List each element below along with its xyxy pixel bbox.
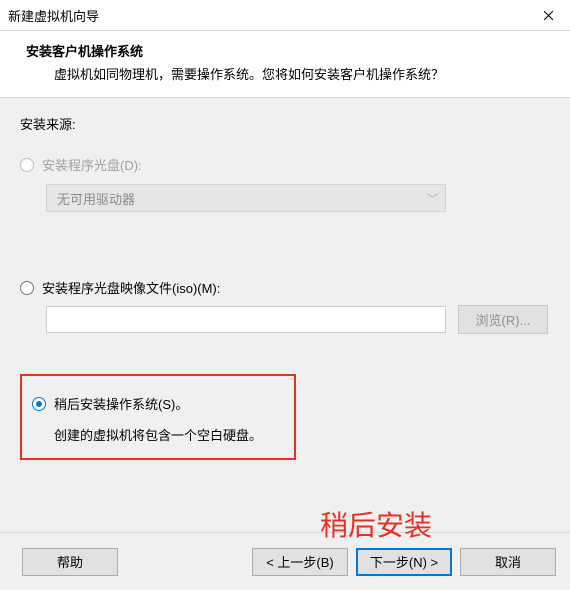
iso-row: 浏览(R)... — [46, 305, 550, 334]
wizard-footer: 帮助 < 上一步(B) 下一步(N) > 取消 — [0, 532, 570, 590]
install-source-label: 安装来源: — [20, 114, 550, 133]
option-later-label: 稍后安装操作系统(S)。 — [54, 394, 188, 413]
header-subtitle: 虚拟机如同物理机，需要操作系统。您将如何安装客户机操作系统？ — [26, 64, 544, 83]
back-button[interactable]: < 上一步(B) — [252, 548, 348, 576]
cancel-button[interactable]: 取消 — [460, 548, 556, 576]
option-install-later[interactable]: 稍后安装操作系统(S)。 — [32, 394, 282, 413]
option-later-desc: 创建的虚拟机将包含一个空白硬盘。 — [54, 425, 282, 444]
option-disc-label: 安装程序光盘(D): — [42, 155, 142, 174]
option-iso[interactable]: 安装程序光盘映像文件(iso)(M): — [20, 278, 550, 297]
titlebar: 新建虚拟机向导 — [0, 0, 570, 31]
radio-icon — [20, 281, 34, 295]
wizard-header: 安装客户机操作系统 虚拟机如同物理机，需要操作系统。您将如何安装客户机操作系统？ — [0, 31, 570, 98]
wizard-window: 新建虚拟机向导 安装客户机操作系统 虚拟机如同物理机，需要操作系统。您将如何安装… — [0, 0, 570, 558]
close-icon — [543, 10, 554, 21]
radio-icon — [32, 397, 46, 411]
disc-drive-dropdown[interactable]: 无可用驱动器 ﹀ — [46, 184, 446, 212]
help-button[interactable]: 帮助 — [22, 548, 118, 576]
wizard-body: 安装来源: 安装程序光盘(D): 无可用驱动器 ﹀ 安装程序光盘映像文件(iso… — [0, 98, 570, 532]
annotation-text: 稍后安装 — [320, 504, 432, 544]
next-button[interactable]: 下一步(N) > — [356, 548, 452, 576]
close-button[interactable] — [526, 0, 570, 30]
chevron-down-icon: ﹀ — [426, 189, 439, 208]
header-title: 安装客户机操作系统 — [26, 41, 544, 60]
option-disc[interactable]: 安装程序光盘(D): — [20, 155, 550, 174]
highlight-box: 稍后安装操作系统(S)。 创建的虚拟机将包含一个空白硬盘。 — [20, 374, 296, 460]
window-title: 新建虚拟机向导 — [8, 6, 99, 25]
browse-button[interactable]: 浏览(R)... — [458, 305, 548, 334]
iso-path-input[interactable] — [46, 306, 446, 333]
option-iso-label: 安装程序光盘映像文件(iso)(M): — [42, 278, 220, 297]
dropdown-value: 无可用驱动器 — [57, 189, 135, 208]
radio-icon — [20, 158, 34, 172]
